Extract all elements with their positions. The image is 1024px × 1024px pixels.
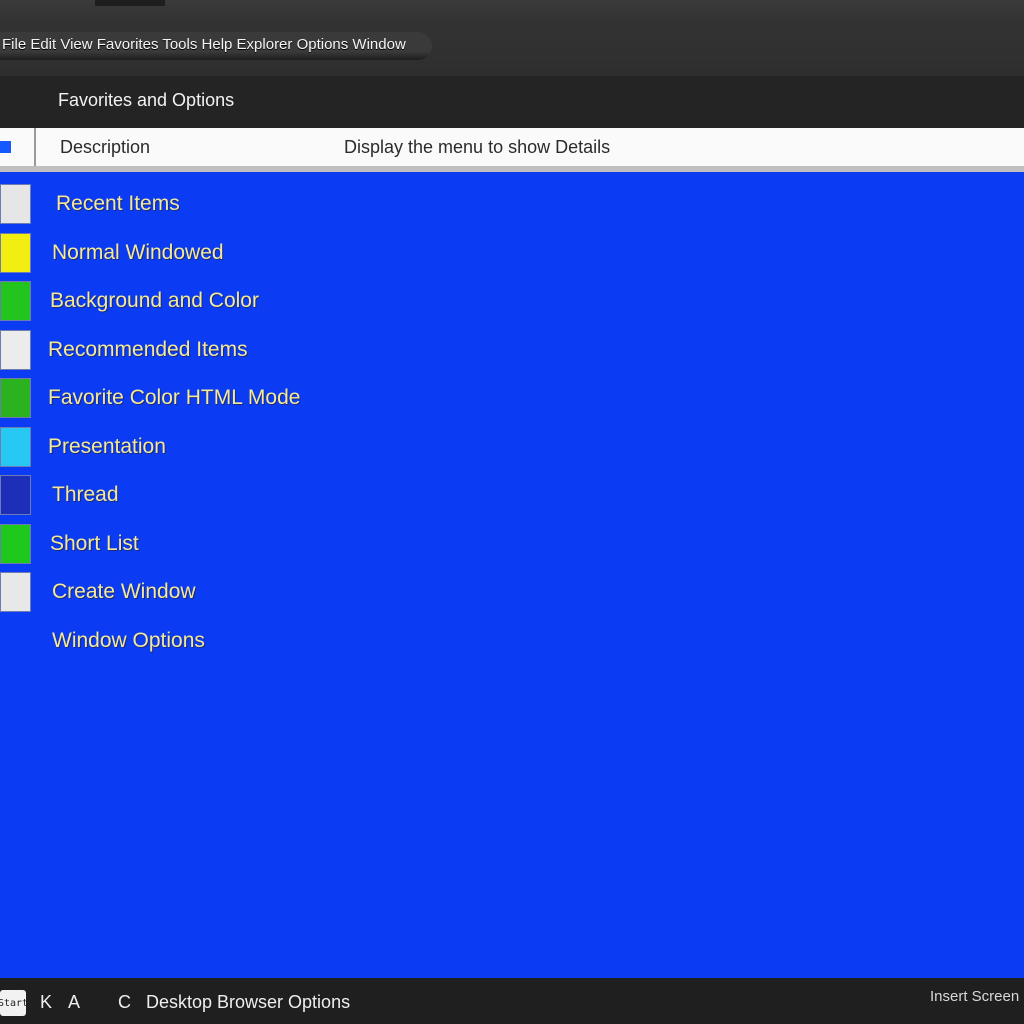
sub-header: Favorites and Options: [0, 76, 1024, 128]
list-item[interactable]: Thread: [0, 471, 600, 517]
title-tab[interactable]: [95, 0, 165, 6]
item-color-swatch: [0, 572, 31, 612]
title-bar: File Edit View Favorites Tools Help Expl…: [0, 0, 1024, 76]
item-color-swatch: [0, 475, 31, 515]
list-item[interactable]: Normal Windowed: [0, 229, 600, 275]
column-header-details[interactable]: Display the menu to show Details: [344, 137, 610, 158]
taskbar: Start K A C Desktop Browser Options Inse…: [0, 978, 1024, 1024]
taskbar-item-3[interactable]: C: [118, 992, 131, 1013]
item-color-swatch: [0, 426, 31, 467]
item-color-swatch: [0, 523, 31, 564]
list-item-label: Presentation: [48, 434, 166, 458]
list-item[interactable]: Window Options: [0, 617, 600, 663]
window-title: File Edit View Favorites Tools Help Expl…: [0, 32, 432, 60]
list-item-label: Thread: [52, 483, 119, 506]
item-color-swatch: [0, 232, 31, 273]
list-item[interactable]: Recent Items: [0, 180, 600, 226]
item-color-swatch: [0, 378, 31, 418]
list-item-label: Background and Color: [50, 289, 259, 312]
selection-marker: [0, 141, 11, 153]
list-item-label: Recent Items: [56, 192, 180, 215]
column-divider[interactable]: [34, 128, 36, 166]
list-item-label: Window Options: [52, 628, 205, 652]
taskbar-item-1[interactable]: K: [40, 992, 52, 1013]
list-item[interactable]: Recommended Items: [0, 326, 600, 372]
start-button[interactable]: Start: [0, 990, 29, 1016]
list-item[interactable]: Background and Color: [0, 277, 600, 323]
list-item-label: Short List: [50, 531, 139, 555]
column-header-description[interactable]: Description: [60, 137, 150, 158]
taskbar-item-2[interactable]: A: [68, 992, 80, 1013]
section-heading: Favorites and Options: [58, 90, 235, 110]
item-color-swatch: [0, 329, 31, 370]
list-item[interactable]: Short List: [0, 520, 600, 566]
list-item-label: Create Window: [52, 580, 196, 603]
item-color-swatch: [0, 184, 31, 224]
start-label: Start: [0, 997, 29, 1009]
list-item[interactable]: Create Window: [0, 568, 600, 614]
main-panel: Recent Items Normal Windowed Background an…: [0, 172, 1024, 978]
list-item-label: Favorite Color HTML Mode: [48, 386, 301, 409]
list-item-label: Recommended Items: [48, 337, 248, 361]
list-item-label: Normal Windowed: [52, 240, 224, 264]
list-item[interactable]: Favorite Color HTML Mode: [0, 374, 600, 420]
column-header: Description Display the menu to show Det…: [0, 128, 1024, 172]
taskbar-status[interactable]: Desktop Browser Options: [146, 992, 350, 1013]
item-color-swatch: [0, 281, 31, 321]
list-item[interactable]: Presentation: [0, 423, 600, 469]
taskbar-tray-text[interactable]: Insert Screen: [930, 988, 1019, 1005]
